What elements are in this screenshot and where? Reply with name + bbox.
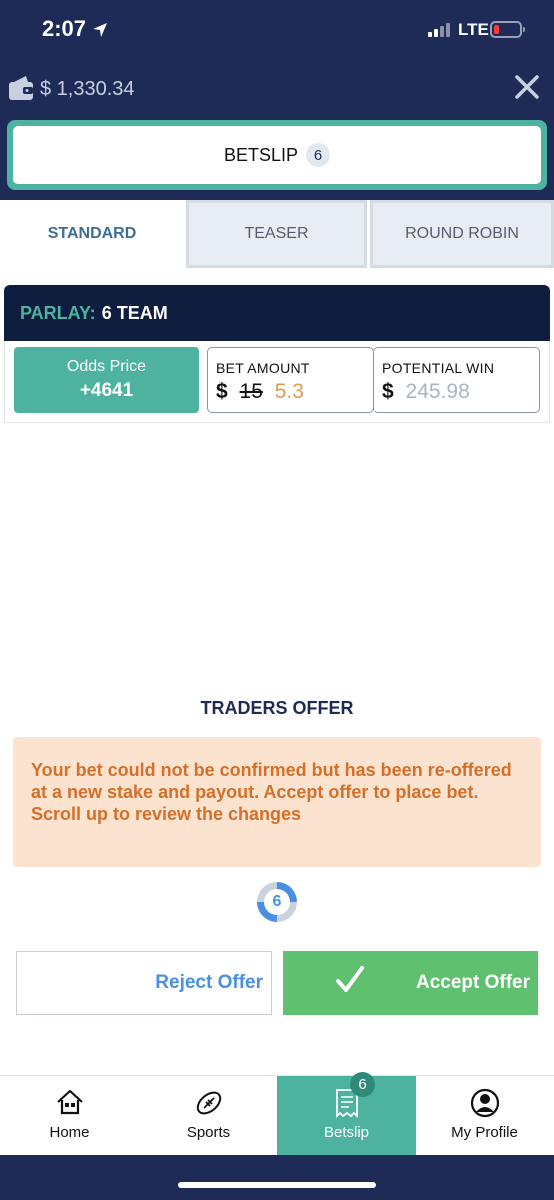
location-arrow-icon [93, 23, 107, 37]
old-bet-amount: 15 [239, 380, 263, 403]
home-indicator[interactable] [178, 1182, 376, 1188]
nav-home[interactable]: Home [0, 1076, 139, 1156]
parlay-label: PARLAY: [20, 302, 96, 323]
account-balance: $ 1,330.34 [40, 78, 135, 100]
betslip-header: BETSLIP 6 [7, 120, 547, 190]
tab-teaser[interactable]: TEASER [186, 200, 367, 268]
betslip-title: BETSLIP [223, 144, 299, 165]
offer-hint: Scroll up to review the changes [31, 804, 302, 824]
network-label: LTE [458, 20, 489, 39]
bet-amount-label: BET AMOUNT [216, 360, 310, 376]
countdown-spinner: 6 [257, 882, 297, 922]
signal-icon [428, 23, 454, 37]
odds-label: Odds Price [66, 358, 147, 375]
odds-value: +4641 [79, 380, 134, 401]
nav-betslip[interactable]: Betslip [277, 1076, 416, 1156]
app-header: 2:07 LTE $ 1,330.34 BETSLIP 6 [0, 0, 554, 200]
nav-my-profile-label: My Profile [451, 1124, 518, 1141]
offer-notice: Your bet could not be confirmed but has … [13, 737, 541, 867]
battery-icon [490, 21, 525, 38]
potential-win-value: 245.98 [405, 380, 470, 403]
nav-home-label: Home [49, 1124, 90, 1141]
nav-my-profile[interactable]: My Profile [415, 1076, 554, 1156]
potential-win-currency: $ [382, 380, 394, 403]
bet-amount-box[interactable]: BET AMOUNT $ 15 5.3 [207, 347, 374, 413]
tab-round-robin[interactable]: ROUND ROBIN [370, 200, 554, 268]
reject-offer-button[interactable]: Reject Offer [16, 951, 272, 1015]
nav-betslip-label: Betslip [323, 1124, 370, 1141]
bet-amount-currency: $ [216, 380, 228, 403]
status-bar: 2:07 LTE [0, 0, 554, 62]
bet-summary-row: Odds Price +4641 BET AMOUNT $ 15 5.3 POT… [4, 341, 550, 423]
traders-offer-title: TRADERS OFFER [200, 698, 354, 718]
potential-win-box: POTENTIAL WIN $ 245.98 [373, 347, 540, 413]
odds-price-box: Odds Price +4641 [14, 347, 199, 413]
nav-sports-label: Sports [186, 1124, 231, 1141]
nav-sports[interactable]: Sports [139, 1076, 278, 1156]
reject-offer-label: Reject Offer [155, 972, 263, 993]
accept-offer-label: Accept Offer [415, 972, 530, 993]
countdown-value: 6 [264, 889, 290, 915]
betslip-count-badge: 6 [306, 143, 331, 167]
home-indicator-bar [0, 1155, 554, 1200]
nav-betslip-badge: 6 [350, 1072, 375, 1097]
football-icon [196, 1091, 221, 1115]
close-icon[interactable] [512, 72, 542, 102]
offer-message: Your bet could not be confirmed but has … [31, 760, 512, 802]
accept-offer-button[interactable]: Accept Offer [283, 951, 538, 1015]
new-bet-amount: 5.3 [274, 380, 304, 403]
bottom-nav: Home Sports Betslip My Profile [0, 1075, 554, 1156]
parlay-header: PARLAY: 6 TEAM [4, 285, 550, 341]
parlay-value: 6 TEAM [101, 302, 168, 323]
potential-win-label: POTENTIAL WIN [382, 360, 495, 376]
status-time: 2:07 [42, 16, 87, 41]
tab-standard[interactable]: STANDARD [0, 200, 184, 268]
bet-type-tabs: STANDARD TEASER ROUND ROBIN [0, 200, 554, 268]
profile-icon [470, 1088, 499, 1118]
wallet-icon [9, 76, 33, 100]
checkmark-icon [336, 966, 364, 992]
home-icon [56, 1089, 83, 1115]
